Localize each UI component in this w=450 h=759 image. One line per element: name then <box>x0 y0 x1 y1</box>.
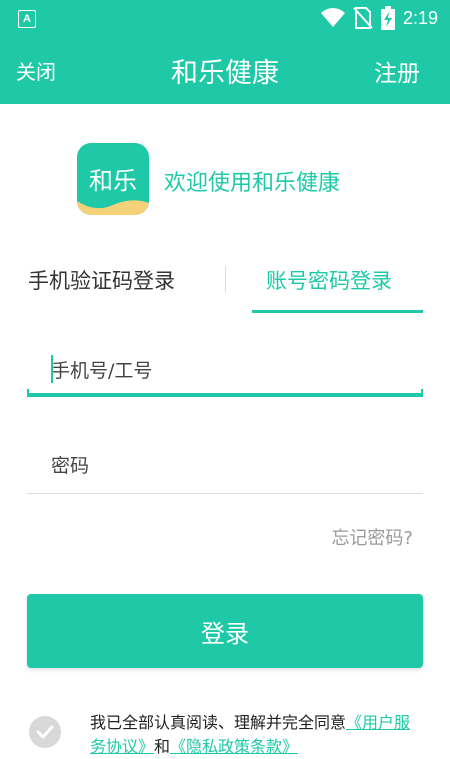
status-time: 2:19 <box>402 7 438 28</box>
app-bar: 关闭 和乐健康 注册 <box>0 36 450 104</box>
privacy-policy-link[interactable]: 《隐私政策条款》 <box>170 737 298 756</box>
logo-text: 和乐 <box>89 167 137 195</box>
login-button[interactable]: 登录 <box>27 594 423 668</box>
text-cursor <box>51 355 53 383</box>
tab-sms-login[interactable]: 手机验证码登录 <box>28 265 175 295</box>
app-logo: 和乐 <box>77 143 149 215</box>
password-field <box>27 440 423 494</box>
agreement-text: 我已全部认真阅读、理解并完全同意《用户服务协议》和《隐私政策条款》 <box>90 711 425 759</box>
account-field <box>27 345 423 397</box>
agreement-checkbox[interactable] <box>29 716 61 748</box>
register-button[interactable]: 注册 <box>374 54 420 88</box>
logo-wave-icon <box>77 200 149 215</box>
agreement-conjunction: 和 <box>154 737 171 756</box>
password-underline <box>27 493 423 494</box>
forgot-password-link[interactable]: 忘记密码? <box>331 524 413 550</box>
battery-charging-icon <box>380 6 395 30</box>
notification-icon: A <box>18 10 36 28</box>
tab-divider <box>225 266 226 292</box>
wifi-icon <box>320 8 345 27</box>
no-sim-icon <box>353 7 373 29</box>
account-input[interactable] <box>51 355 411 387</box>
account-underline <box>27 389 423 397</box>
checkmark-icon <box>36 725 54 739</box>
welcome-text: 欢迎使用和乐健康 <box>164 171 341 196</box>
agreement-prefix: 我已全部认真阅读、理解并完全同意 <box>90 713 347 732</box>
tab-password-login[interactable]: 账号密码登录 <box>266 265 392 295</box>
active-tab-indicator <box>252 310 423 313</box>
password-input[interactable] <box>51 450 411 482</box>
status-bar: A 2:19 <box>0 0 450 36</box>
